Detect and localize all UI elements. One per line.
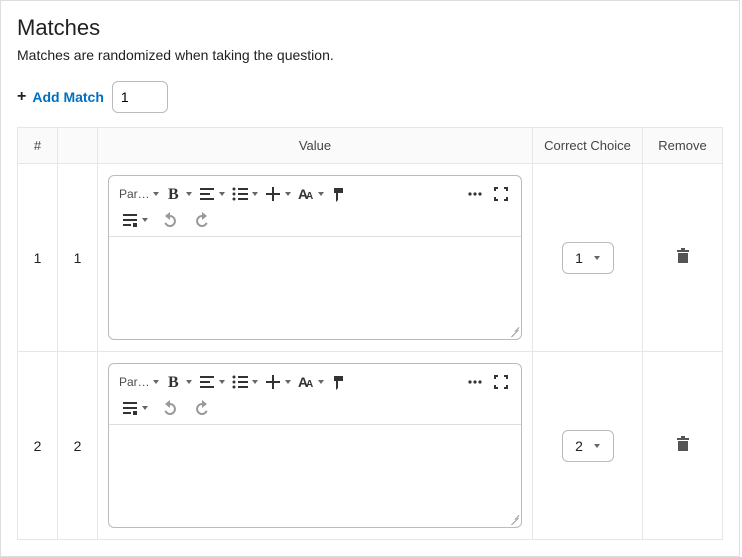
list-button[interactable] — [229, 370, 260, 394]
undo-button[interactable] — [158, 208, 182, 232]
correct-choice-value: 2 — [575, 438, 583, 454]
row-choice-cell: 1 — [533, 164, 643, 352]
title: Matches — [17, 15, 723, 41]
chevron-down-icon — [219, 380, 225, 384]
fullscreen-button[interactable] — [489, 182, 513, 206]
row-hash: 1 — [18, 164, 58, 352]
rich-text-editor[interactable]: Par… — [108, 363, 522, 528]
chevron-down-icon — [186, 192, 192, 196]
redo-button[interactable] — [190, 396, 214, 420]
chevron-down-icon — [318, 380, 324, 384]
chevron-down-icon — [219, 192, 225, 196]
row-number: 1 — [58, 164, 98, 352]
format-painter-button[interactable] — [328, 182, 352, 206]
font-button[interactable] — [295, 370, 326, 394]
add-match-row: + Add Match — [17, 81, 723, 113]
chevron-down-icon — [594, 444, 600, 448]
row-remove-cell — [643, 352, 723, 540]
correct-choice-select[interactable]: 1 — [562, 242, 614, 274]
font-button[interactable] — [295, 182, 326, 206]
language-button[interactable] — [119, 208, 150, 232]
chevron-down-icon — [252, 380, 258, 384]
column-header-hash: # — [18, 128, 58, 164]
chevron-down-icon — [153, 380, 159, 384]
bold-button[interactable] — [163, 182, 194, 206]
resize-handle[interactable] — [505, 323, 519, 337]
insert-button[interactable] — [262, 182, 293, 206]
editor-body[interactable] — [109, 237, 521, 339]
add-match-count-input[interactable] — [112, 81, 168, 113]
column-header-choice: Correct Choice — [533, 128, 643, 164]
more-button[interactable] — [463, 182, 487, 206]
column-header-blank — [58, 128, 98, 164]
correct-choice-select[interactable]: 2 — [562, 430, 614, 462]
redo-button[interactable] — [190, 208, 214, 232]
format-painter-button[interactable] — [328, 370, 352, 394]
matches-panel: Matches Matches are randomized when taki… — [0, 0, 740, 557]
undo-button[interactable] — [158, 396, 182, 420]
matches-table: # Value Correct Choice Remove 1 1 Par… — [17, 127, 723, 540]
chevron-down-icon — [285, 192, 291, 196]
column-header-value: Value — [98, 128, 533, 164]
align-button[interactable] — [196, 182, 227, 206]
rich-text-editor[interactable]: Par… — [108, 175, 522, 340]
plus-icon: + — [17, 89, 26, 105]
list-button[interactable] — [229, 182, 260, 206]
correct-choice-value: 1 — [575, 250, 583, 266]
chevron-down-icon — [318, 192, 324, 196]
more-button[interactable] — [463, 370, 487, 394]
editor-body[interactable] — [109, 425, 521, 527]
row-number: 2 — [58, 352, 98, 540]
chevron-down-icon — [594, 256, 600, 260]
chevron-down-icon — [252, 192, 258, 196]
chevron-down-icon — [153, 192, 159, 196]
editor-toolbar: Par… — [109, 364, 521, 425]
fullscreen-button[interactable] — [489, 370, 513, 394]
row-value-cell: Par… — [98, 164, 533, 352]
row-choice-cell: 2 — [533, 352, 643, 540]
row-hash: 2 — [18, 352, 58, 540]
column-header-remove: Remove — [643, 128, 723, 164]
add-match-label: Add Match — [32, 89, 104, 105]
table-row: 2 2 Par… — [18, 352, 723, 540]
remove-button[interactable] — [674, 440, 692, 456]
row-remove-cell — [643, 164, 723, 352]
remove-button[interactable] — [674, 252, 692, 268]
editor-toolbar: Par… — [109, 176, 521, 237]
paragraph-style-button[interactable]: Par… — [117, 370, 161, 394]
row-value-cell: Par… — [98, 352, 533, 540]
align-button[interactable] — [196, 370, 227, 394]
chevron-down-icon — [142, 406, 148, 410]
paragraph-style-button[interactable]: Par… — [117, 182, 161, 206]
subtitle: Matches are randomized when taking the q… — [17, 47, 723, 63]
chevron-down-icon — [186, 380, 192, 384]
add-match-button[interactable]: + Add Match — [17, 89, 104, 105]
insert-button[interactable] — [262, 370, 293, 394]
table-row: 1 1 Par… — [18, 164, 723, 352]
chevron-down-icon — [142, 218, 148, 222]
bold-button[interactable] — [163, 370, 194, 394]
language-button[interactable] — [119, 396, 150, 420]
chevron-down-icon — [285, 380, 291, 384]
resize-handle[interactable] — [505, 511, 519, 525]
